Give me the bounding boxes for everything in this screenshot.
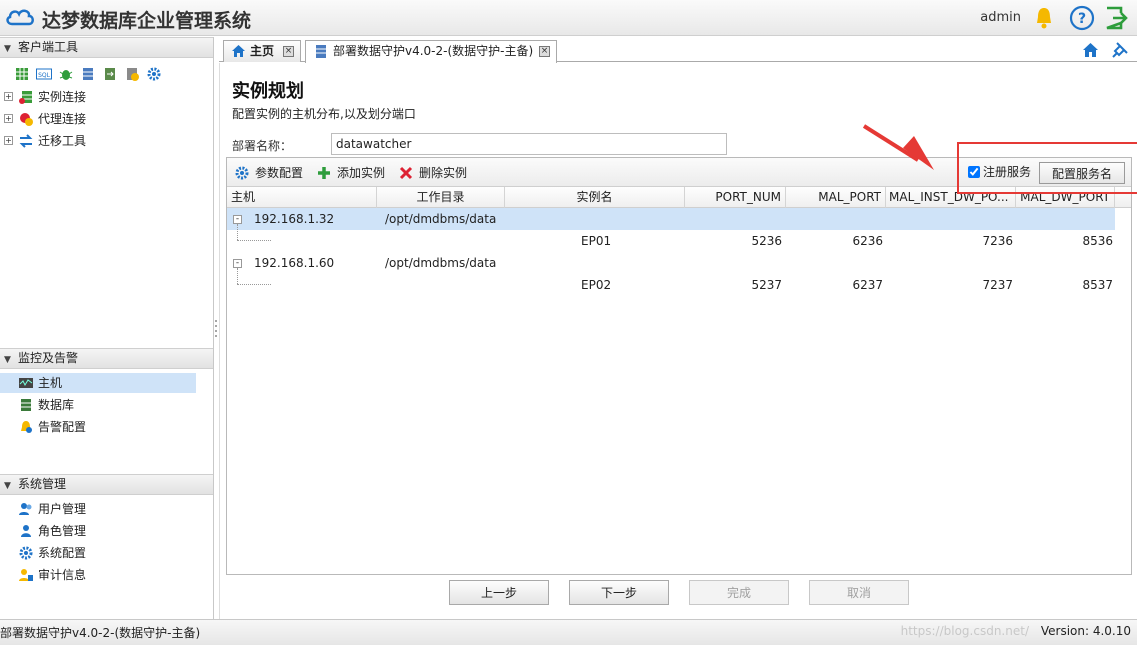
expand-icon[interactable]: + [4,114,13,123]
param-config-button[interactable]: 参数配置 [234,164,303,182]
collapse-icon[interactable]: - [233,259,242,268]
client-toolbar: SQL [14,64,162,84]
column-header[interactable]: 实例名 [505,187,685,208]
nav-item-user-mgmt[interactable]: 用户管理 [0,499,196,519]
proxy-connect-icon [20,113,33,126]
column-header[interactable]: 工作目录 [377,187,505,208]
expand-icon[interactable]: + [4,92,13,101]
tree-item-proxy-connect[interactable]: + 代理连接 [0,109,196,129]
delete-instance-button[interactable]: 删除实例 [398,164,467,182]
audit-icon [19,569,33,581]
page-title: 实例规划 [232,81,304,102]
app-header: 达梦数据库企业管理系统 admin ? [0,0,1137,36]
deploy-name-input[interactable] [331,133,727,155]
grid-header: 主机 工作目录 实例名 PORT_NUM MAL_PORT MAL_INST_D… [227,187,1131,208]
logout-icon[interactable] [1103,5,1129,31]
cloud-logo-icon [6,9,34,26]
instance-connect-icon [19,91,32,104]
add-instance-button[interactable]: 添加实例 [316,164,385,182]
gear-icon [19,546,33,560]
nav-item-alarm-config[interactable]: 告警配置 [0,417,196,437]
column-header[interactable]: 主机 [227,187,377,208]
version-text: Version: 4.0.10 [1040,624,1131,638]
app-title: 达梦数据库企业管理系统 [42,10,252,32]
next-step-button[interactable]: 下一步 [569,580,669,605]
tab-home[interactable]: 主页 × [223,40,301,62]
status-text: 部署数据守护v4.0-2-(数据守护-主备) [0,626,201,640]
bell-icon[interactable] [1031,5,1057,31]
wizard-buttons: 上一步 下一步 完成 取消 [220,578,1137,608]
svg-text:SQL: SQL [38,72,51,79]
tree-item-migrate-tool[interactable]: + 迁移工具 [0,131,196,151]
host-monitor-icon [19,378,33,388]
gear-icon [235,166,249,180]
page-subtitle: 配置实例的主机分布,以及划分端口 [232,107,416,121]
collapse-caret-icon: ▼ [4,355,11,365]
nav-item-role-mgmt[interactable]: 角色管理 [0,521,196,541]
delete-x-icon [399,166,413,180]
system-header[interactable]: ▼ 系统管理 [0,474,213,495]
tab-deploy-guard[interactable]: 部署数据守护v4.0-2-(数据守护-主备) × [305,40,557,63]
column-header[interactable]: MAL_INST_DW_PO... [886,187,1016,208]
table-row[interactable]: EP02 5237 6237 7237 8537 [227,274,1115,296]
pin-icon[interactable] [1111,41,1129,59]
home-icon[interactable] [1082,42,1099,58]
nav-item-database[interactable]: 数据库 [0,395,196,415]
column-header[interactable]: MAL_PORT [786,187,886,208]
plus-icon [318,167,330,179]
deploy-name-label: 部署名称： [232,139,293,153]
svg-text:?: ? [1078,11,1086,27]
tab-bar: 主页 × 部署数据守护v4.0-2-(数据守护-主备) × [219,38,1137,63]
database-icon [21,399,31,411]
users-icon [19,503,32,515]
instance-grid: 参数配置 添加实例 删除实例 注册服务 配置服务名 主机 工作目录 实例名 PO… [226,142,1137,575]
grid-toolbar: 参数配置 添加实例 删除实例 注册服务 配置服务名 [227,158,1131,187]
nav-item-system-config[interactable]: 系统配置 [0,543,196,563]
left-panel: ▼ 客户端工具 SQL + 实例连接 + 代理连接 + 迁移工具 ▼ 监控及告警 主… [0,37,214,619]
register-service-check[interactable] [968,166,980,178]
table-row[interactable]: - 192.168.1.60 /opt/dmdbms/data [227,252,1115,274]
alarm-config-icon [21,421,32,433]
finish-button: 完成 [689,580,789,605]
nav-item-host[interactable]: 主机 [0,373,196,393]
close-icon[interactable]: × [283,46,294,57]
home-icon [232,45,245,57]
monitor-header[interactable]: ▼ 监控及告警 [0,348,213,369]
expand-icon[interactable]: + [4,136,13,145]
collapse-caret-icon: ▼ [4,481,11,491]
config-service-name-button[interactable]: 配置服务名 [1039,162,1125,184]
cancel-button: 取消 [809,580,909,605]
splitter-grip-icon[interactable] [214,318,218,338]
data-grid-icon[interactable] [14,66,30,82]
db-deploy-icon [316,45,326,58]
table-row[interactable]: - 192.168.1.32 /opt/dmdbms/data [227,208,1115,230]
register-service-checkbox[interactable]: 注册服务 [968,165,1031,179]
role-icon [21,525,31,537]
nav-item-audit-info[interactable]: 审计信息 [0,565,196,585]
db-check-icon[interactable] [124,66,140,82]
user-name[interactable]: admin [980,10,1021,25]
gear-icon[interactable] [146,66,162,82]
db-export-icon[interactable] [80,66,96,82]
collapse-caret-icon: ▼ [4,44,11,54]
help-icon[interactable]: ? [1069,5,1095,31]
db-transfer-icon[interactable] [102,66,118,82]
sql-icon[interactable]: SQL [36,66,52,82]
tree-item-instance-connect[interactable]: + 实例连接 [0,87,196,107]
column-header[interactable]: PORT_NUM [685,187,786,208]
main-panel: 实例规划 配置实例的主机分布,以及划分端口 部署名称： 参数配置 添加实例 删除… [219,63,1137,619]
migrate-tool-icon [19,134,33,148]
status-bar: 部署数据守护v4.0-2-(数据守护-主备) https://blog.csdn… [0,619,1137,645]
bug-icon[interactable] [58,66,74,82]
client-tools-header[interactable]: ▼ 客户端工具 [0,37,213,58]
column-header[interactable]: MAL_DW_PORT [1016,187,1115,208]
watermark-text: https://blog.csdn.net/ [900,624,1029,638]
prev-step-button[interactable]: 上一步 [449,580,549,605]
table-row[interactable]: EP01 5236 6236 7236 8536 [227,230,1115,252]
collapse-icon[interactable]: - [233,215,242,224]
close-icon[interactable]: × [539,46,550,57]
